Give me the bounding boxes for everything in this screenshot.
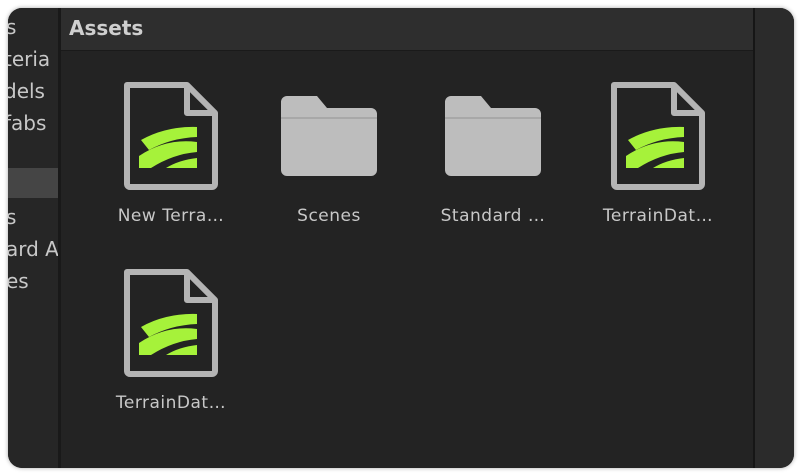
assets-panel: Assets New Terra… Scenes Standard … Terr… — [61, 8, 753, 468]
folder-tree-item[interactable]: teria — [8, 44, 50, 74]
asset-label: New Terra… — [117, 206, 225, 226]
folder-tree-item[interactable]: ard A — [8, 234, 58, 264]
asset-label: Scenes — [297, 206, 361, 226]
asset-label: TerrainDat… — [602, 206, 714, 226]
folder-icon — [254, 76, 404, 196]
assets-title: Assets — [69, 16, 144, 40]
terrain-file-icon — [96, 76, 246, 196]
asset-item[interactable]: Scenes — [254, 51, 404, 226]
folder-tree-panel: s teria dels fabs s ard A es — [8, 8, 58, 468]
terrain-file-icon — [96, 263, 246, 383]
folder-tree-item[interactable]: dels — [8, 76, 45, 106]
folder-tree-item[interactable]: fabs — [8, 108, 46, 138]
right-side-panel — [753, 8, 794, 468]
folder-tree-selection — [8, 168, 58, 198]
asset-label: Standard … — [440, 206, 546, 226]
folder-icon — [418, 76, 568, 196]
asset-item[interactable]: Standard … — [418, 51, 568, 226]
asset-item[interactable]: TerrainDat… — [583, 51, 733, 226]
assets-header: Assets — [61, 8, 753, 51]
folder-tree-item[interactable]: es — [8, 266, 29, 296]
folder-tree-item[interactable]: s — [8, 12, 16, 42]
terrain-file-icon — [583, 76, 733, 196]
asset-label: TerrainDat… — [115, 393, 227, 413]
asset-item[interactable]: TerrainDat… — [96, 238, 246, 413]
project-window: s teria dels fabs s ard A es Assets New … — [8, 8, 794, 468]
folder-tree-item[interactable]: s — [8, 202, 16, 232]
asset-item[interactable]: New Terra… — [96, 51, 246, 226]
